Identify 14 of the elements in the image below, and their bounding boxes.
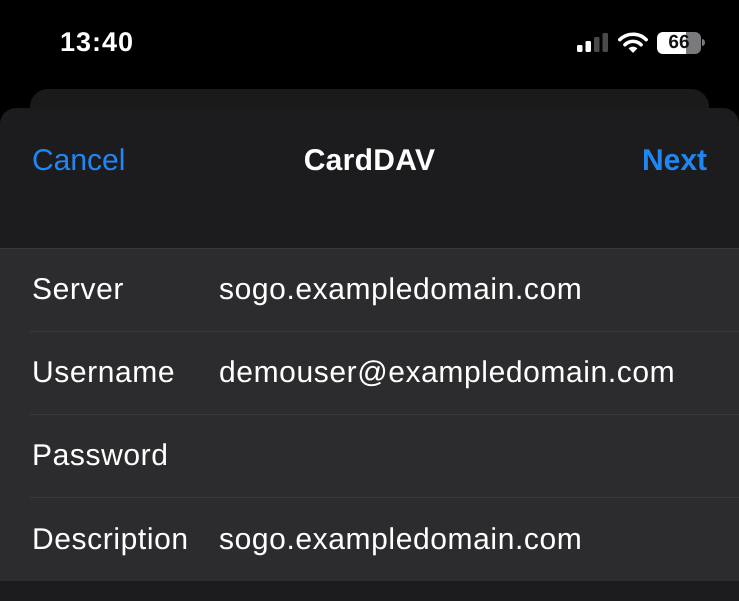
next-button[interactable]: Next (642, 144, 707, 178)
status-time: 13:40 (60, 27, 134, 58)
field-label: Username (32, 356, 176, 390)
cancel-button[interactable]: Cancel (32, 144, 126, 178)
battery-terminal-icon (702, 39, 705, 46)
field-label: Description (32, 522, 190, 556)
wifi-icon (618, 32, 648, 54)
input-field[interactable]: sogo.exampledomain.com (219, 271, 719, 309)
input-field[interactable]: demouser@exampledomain.com (219, 354, 719, 392)
sheet-title: CardDAV (304, 144, 436, 178)
field-label: Server (32, 273, 125, 307)
signal-icon (577, 33, 609, 52)
input-field[interactable]: sogo.exampledomain.com (219, 520, 719, 558)
field-label: Password (32, 439, 170, 473)
